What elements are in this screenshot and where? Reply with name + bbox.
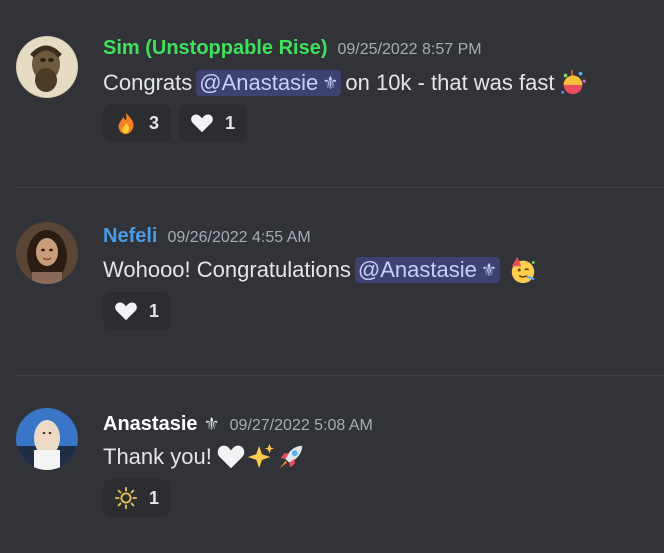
reaction-bar: 3 1 — [103, 104, 247, 142]
reaction-count: 1 — [225, 112, 236, 133]
avatar[interactable] — [16, 36, 78, 98]
timestamp: 09/27/2022 5:08 AM — [229, 417, 373, 434]
confetti-ball-icon — [557, 67, 589, 99]
username[interactable]: Nefeli — [103, 225, 157, 248]
white-heart-icon — [215, 441, 247, 473]
message-text: Congrats — [103, 70, 193, 95]
user-mention[interactable]: @Anastasie ⚜ — [354, 257, 500, 283]
message-text: on 10k - that was fast — [345, 70, 555, 95]
message-text: Thank you! — [103, 444, 212, 469]
sparkles-icon — [245, 441, 277, 473]
username[interactable]: Anastasie — [103, 413, 198, 436]
reaction-white-heart[interactable]: 1 — [179, 104, 247, 142]
chat-message-list: Sim (Unstoppable Rise) 09/25/2022 8:57 P… — [0, 0, 664, 553]
fleur-de-lis-icon: ⚜ — [480, 259, 497, 280]
sun-icon — [113, 485, 139, 511]
reaction-fire[interactable]: 3 — [103, 104, 171, 142]
fleur-de-lis-icon: ⚜ — [322, 72, 339, 93]
mention-label: @Anastasie — [199, 70, 319, 95]
reaction-bar: 1 — [103, 479, 171, 517]
reaction-count: 1 — [149, 487, 160, 508]
white-heart-icon — [189, 110, 215, 136]
fire-icon — [113, 110, 139, 136]
message-content: Wohooo! Congratulations @Anastasie ⚜ — [103, 254, 539, 286]
avatar[interactable] — [16, 222, 78, 284]
message-divider — [16, 187, 664, 188]
mention-label: @Anastasie — [357, 257, 477, 282]
message-content: Thank you! — [103, 441, 307, 473]
reaction-sun[interactable]: 1 — [103, 479, 171, 517]
avatar[interactable] — [16, 408, 78, 470]
user-mention[interactable]: @Anastasie ⚜ — [196, 70, 342, 96]
timestamp: 09/26/2022 4:55 AM — [167, 229, 311, 246]
fleur-de-lis-icon: ⚜ — [203, 414, 220, 434]
username[interactable]: Sim (Unstoppable Rise) — [103, 37, 327, 60]
partying-face-icon — [507, 254, 539, 286]
message-content: Congrats @Anastasie ⚜ on 10k - that was … — [103, 67, 589, 99]
message-text: Wohooo! Congratulations — [103, 257, 351, 282]
reaction-bar: 1 — [103, 292, 171, 330]
reaction-count: 3 — [149, 112, 160, 133]
rocket-icon — [275, 441, 307, 473]
white-heart-icon — [113, 298, 139, 324]
reaction-count: 1 — [149, 300, 160, 321]
message-divider — [16, 375, 664, 376]
timestamp: 09/25/2022 8:57 PM — [337, 41, 482, 58]
reaction-white-heart[interactable]: 1 — [103, 292, 171, 330]
